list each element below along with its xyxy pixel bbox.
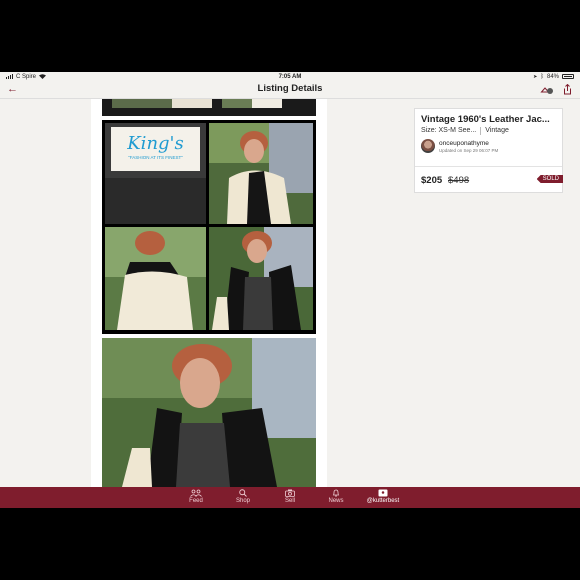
photo-brand-label[interactable]: King's "FASHION AT ITS FINEST" xyxy=(105,123,206,224)
tab-bar: Feed Shop Sell News @kutterbest xyxy=(0,487,580,508)
sold-badge: SOLD xyxy=(536,175,563,183)
tab-profile-label: @kutterbest xyxy=(366,498,400,504)
photo-collage: King's "FASHION AT ITS FINEST" xyxy=(91,99,327,487)
photo-top-cropped[interactable] xyxy=(102,99,316,116)
nav-actions xyxy=(540,84,572,95)
tab-feed[interactable]: Feed xyxy=(176,489,216,504)
seller-info[interactable]: onceuponathyme Updated on Sep 29 06:07 P… xyxy=(421,139,498,153)
feed-icon xyxy=(190,489,202,497)
tab-profile[interactable]: @kutterbest xyxy=(358,489,408,504)
listing-category[interactable]: Vintage xyxy=(485,127,509,135)
seller-text: onceuponathyme Updated on Sep 29 06:07 P… xyxy=(439,140,498,153)
meta-divider xyxy=(480,127,482,135)
photo-model-collar[interactable] xyxy=(209,227,313,330)
photo-model-back[interactable] xyxy=(105,227,206,330)
tab-news-label: News xyxy=(328,498,344,504)
status-bar: C Spire 7:05 AM ➤ ᛒ 84% xyxy=(0,72,580,81)
search-icon xyxy=(239,489,247,497)
listing-card[interactable]: Vintage 1960's Leather Jac... Size: XS-M… xyxy=(414,108,563,193)
photo-model-front[interactable] xyxy=(209,123,313,224)
share-icon[interactable] xyxy=(563,84,572,95)
camera-icon xyxy=(285,489,295,497)
listing-size: Size: XS-M See... xyxy=(421,127,477,134)
brand-label-subtext: "FASHION AT ITS FINEST" xyxy=(128,155,183,160)
seller-avatar[interactable] xyxy=(421,139,435,153)
bell-icon xyxy=(332,489,340,497)
tab-shop[interactable]: Shop xyxy=(223,489,263,504)
clock-label: 7:05 AM xyxy=(278,73,302,80)
tab-shop-label: Shop xyxy=(235,498,250,504)
photo-model-large[interactable] xyxy=(102,338,316,487)
page-title: Listing Details xyxy=(257,83,323,94)
profile-card-icon xyxy=(378,489,388,497)
closet-hanger-icon[interactable] xyxy=(540,85,554,95)
card-divider xyxy=(415,166,562,167)
tab-news[interactable]: News xyxy=(316,489,356,504)
listing-meta: Size: XS-M See... Vintage xyxy=(421,127,509,135)
nav-bar: ← Listing Details xyxy=(0,81,580,99)
tab-sell[interactable]: Sell xyxy=(270,489,310,504)
original-price: $498 xyxy=(448,175,470,186)
updated-timestamp: Updated on Sep 29 06:07 PM xyxy=(439,147,499,153)
battery-icon xyxy=(562,74,574,79)
seller-name[interactable]: onceuponathyme xyxy=(439,140,498,147)
listing-title: Vintage 1960's Leather Jac... xyxy=(421,114,550,125)
brand-label-text: King's xyxy=(127,133,184,154)
listing-price: $205 xyxy=(421,175,443,186)
tab-sell-label: Sell xyxy=(284,498,295,504)
tab-feed-label: Feed xyxy=(189,498,203,504)
app-screen: C Spire 7:05 AM ➤ ᛒ 84% ← Listing Detail… xyxy=(0,72,580,508)
